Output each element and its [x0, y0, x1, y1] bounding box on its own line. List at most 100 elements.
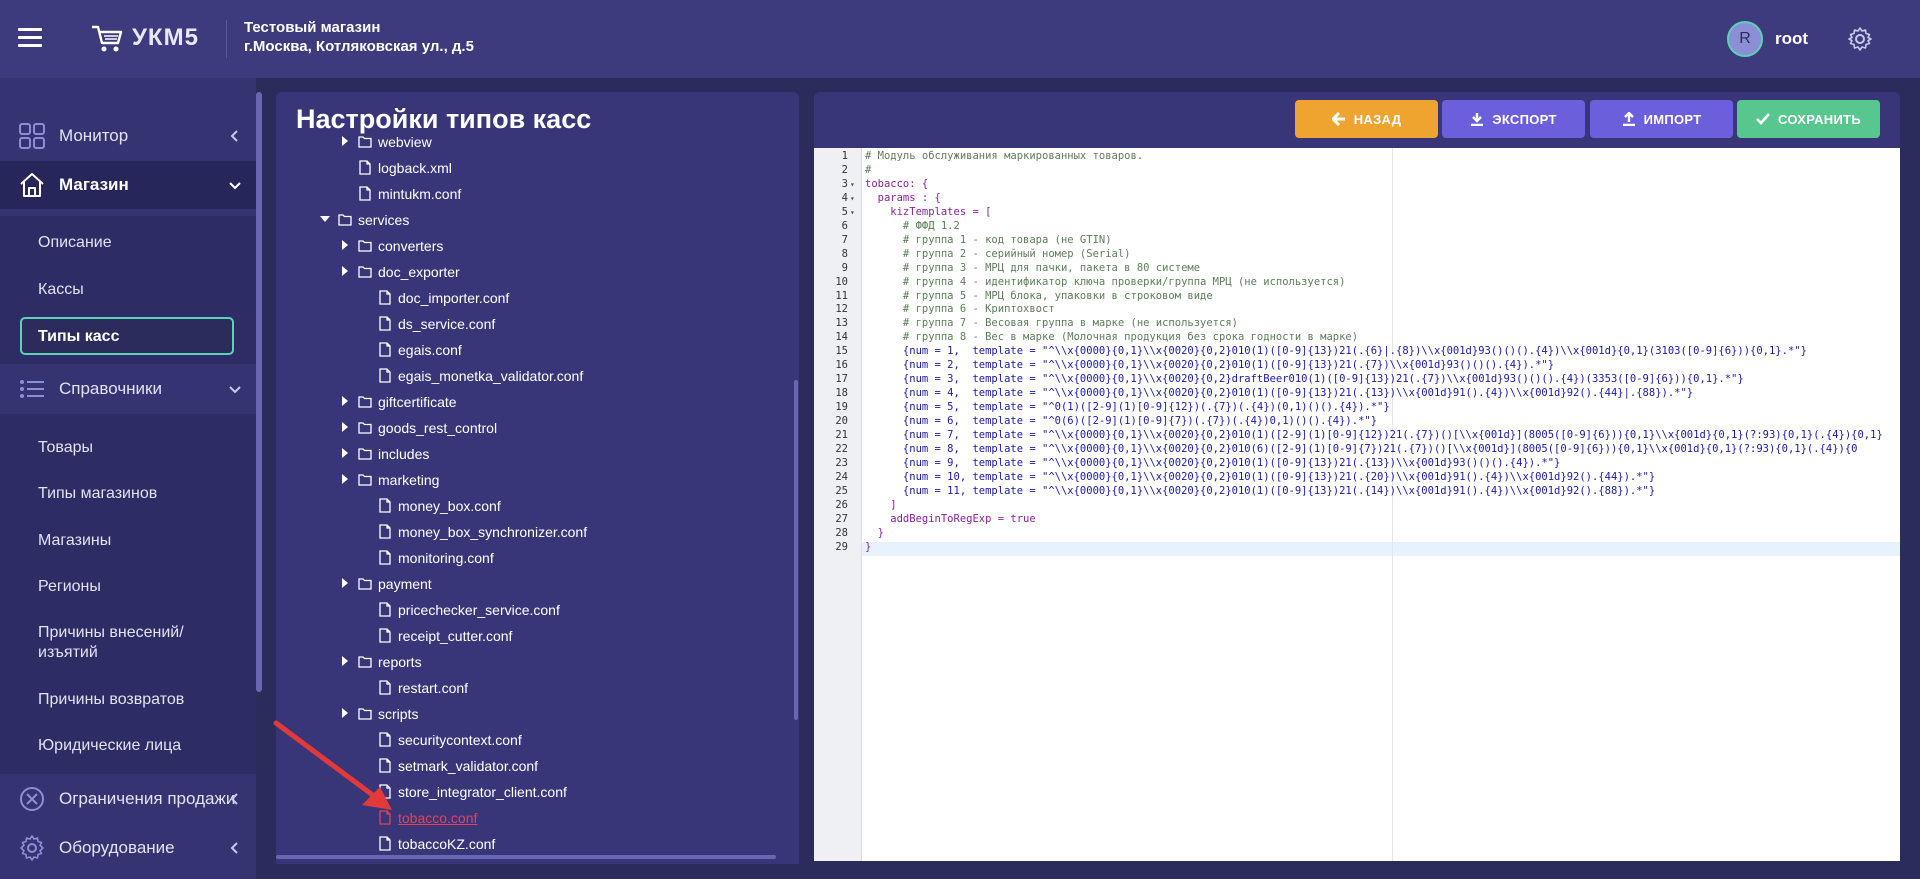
sidebar-item-equipment[interactable]: Оборудование — [0, 824, 256, 872]
caret-right-icon[interactable] — [340, 578, 350, 588]
tree-folder[interactable]: converters — [276, 236, 796, 256]
home-icon — [20, 173, 44, 197]
menu-icon[interactable] — [18, 28, 42, 48]
cart-icon — [92, 25, 123, 52]
tree-file[interactable]: monitoring.conf — [276, 548, 796, 568]
annotation-arrow — [273, 720, 392, 810]
tree-folder[interactable]: reports — [276, 652, 796, 672]
caret-right-icon[interactable] — [340, 396, 350, 406]
code-editor[interactable]: 1 # Модуль обслуживания маркированных тов… — [814, 148, 1900, 861]
import-button[interactable]: ИМПОРТ — [1590, 100, 1733, 138]
sidebar-item-return-reasons[interactable]: Причины возвратов — [38, 691, 184, 709]
sidebar-item-monitor[interactable]: Монитор — [0, 112, 256, 160]
line-number: 29 — [835, 540, 848, 553]
tree-file[interactable]: money_box_synchronizer.conf — [276, 522, 796, 542]
sidebar-item-cashboxes[interactable]: Кассы — [38, 281, 84, 299]
line-number: 11 — [835, 289, 848, 302]
tree-file[interactable]: receipt_cutter.conf — [276, 626, 796, 646]
tree-file[interactable]: ds_service.conf — [276, 314, 796, 334]
sidebar-item-shop-types[interactable]: Типы магазинов — [38, 485, 157, 503]
store-address: г.Москва, Котляковская ул., д.5 — [244, 38, 474, 55]
file-icon — [379, 342, 391, 357]
sidebar-item-shops[interactable]: Магазины — [38, 532, 111, 550]
avatar[interactable]: R — [1727, 21, 1763, 57]
tree-file[interactable]: egais_monetka_validator.conf — [276, 366, 796, 386]
tree-file[interactable]: money_box.conf — [276, 496, 796, 516]
tree-folder[interactable]: services — [276, 210, 796, 230]
line-number: 13 — [835, 317, 848, 330]
tree-item-label: ds_service.conf — [398, 316, 496, 332]
tree-folder[interactable]: payment — [276, 574, 796, 594]
chevron-left-icon — [230, 130, 238, 142]
code-line: addBeginToRegExp = true — [865, 512, 1036, 525]
app-logo[interactable]: УКМ5 — [90, 22, 199, 54]
tree-folder[interactable]: doc_exporter — [276, 262, 796, 282]
tree-folder[interactable]: giftcertificate — [276, 392, 796, 412]
file-icon — [359, 160, 371, 175]
tree-file[interactable]: mintukm.conf — [276, 184, 796, 204]
back-button[interactable]: НАЗАД — [1295, 100, 1438, 138]
check-icon — [1756, 113, 1770, 125]
sidebar-item-regions[interactable]: Регионы — [38, 578, 101, 596]
gear-icon — [20, 835, 44, 861]
sidebar-item-cash-reasons-line2[interactable]: изъятий — [38, 644, 98, 662]
code-line: # группа 5 - МРЦ блока, упаковки в строк… — [865, 289, 1213, 302]
tree-folder[interactable]: goods_rest_control — [276, 418, 796, 438]
gear-icon[interactable] — [1847, 26, 1873, 52]
caret-right-icon[interactable] — [340, 422, 350, 432]
tree-file[interactable]: tobaccoKZ.conf — [276, 834, 796, 854]
sidebar-item-directories[interactable]: Справочники — [0, 365, 256, 413]
caret-right-icon[interactable] — [340, 266, 350, 276]
caret-right-icon[interactable] — [340, 656, 350, 666]
tree-scrollbar[interactable] — [794, 380, 798, 720]
tree-folder[interactable]: webview — [276, 132, 796, 152]
line-number: 19 — [835, 401, 848, 414]
sidebar-item-label: Магазин — [59, 175, 129, 194]
header-divider — [226, 20, 227, 58]
tree-folder[interactable]: includes — [276, 444, 796, 464]
tree-horizontal-scrollbar[interactable] — [276, 855, 776, 859]
code-line: } — [865, 526, 884, 539]
code-line: # группа 7 - Весовая группа в марке (не … — [865, 317, 1238, 330]
sidebar-item-legal-entities[interactable]: Юридические лица — [38, 737, 181, 755]
folder-icon — [358, 656, 372, 668]
sidebar-item-goods[interactable]: Товары — [38, 439, 93, 457]
sidebar-scrollbar[interactable] — [256, 92, 262, 692]
sidebar-item-restrictions[interactable]: Ограничения продажи — [0, 775, 256, 823]
tree-file[interactable]: doc_importer.conf — [276, 288, 796, 308]
sidebar-item-cashbox-types[interactable]: Типы касс — [20, 317, 234, 355]
caret-right-icon[interactable] — [340, 240, 350, 250]
sidebar-item-shop[interactable]: Магазин — [0, 161, 256, 209]
export-label: ЭКСПОРТ — [1492, 111, 1557, 127]
export-button[interactable]: ЭКСПОРТ — [1442, 100, 1585, 138]
sidebar-item-description[interactable]: Описание — [38, 234, 112, 252]
sidebar-item-cash-reasons[interactable]: Причины внесений/ — [38, 624, 184, 642]
line-number: 3 — [841, 177, 848, 190]
caret-right-icon[interactable] — [340, 474, 350, 484]
caret-right-icon[interactable] — [340, 136, 350, 146]
caret-down-icon[interactable] — [320, 214, 330, 224]
fold-toggle-icon[interactable]: ▾ — [850, 194, 855, 203]
file-icon — [379, 836, 391, 851]
file-icon — [379, 290, 391, 305]
caret-right-icon[interactable] — [340, 448, 350, 458]
save-button[interactable]: СОХРАНИТЬ — [1737, 100, 1880, 138]
line-number: 17 — [835, 373, 848, 386]
tree-folder[interactable]: marketing — [276, 470, 796, 490]
code-line: {num = 6, template = "^0(6)([2-9](1)[0-9… — [865, 415, 1378, 428]
username[interactable]: root — [1775, 29, 1808, 49]
fold-toggle-icon[interactable]: ▾ — [850, 180, 855, 189]
tree-file[interactable]: logback.xml — [276, 158, 796, 178]
tree-item-label: doc_exporter — [378, 264, 460, 280]
fold-toggle-icon[interactable]: ▾ — [850, 208, 855, 217]
tree-file[interactable]: pricechecker_service.conf — [276, 600, 796, 620]
tree-file[interactable]: egais.conf — [276, 340, 796, 360]
line-number: 12 — [835, 303, 848, 316]
chevron-down-icon — [229, 182, 241, 190]
editor-panel: НАЗАД ЭКСПОРТ ИМПОРТ СОХРАНИТЬ 1 # Модуль… — [814, 92, 1900, 861]
line-number: 2 — [841, 163, 848, 176]
line-number: 26 — [835, 498, 848, 511]
folder-icon — [338, 214, 352, 226]
tree-file[interactable]: restart.conf — [276, 678, 796, 698]
tree-item-label: store_integrator_client.conf — [398, 784, 567, 800]
